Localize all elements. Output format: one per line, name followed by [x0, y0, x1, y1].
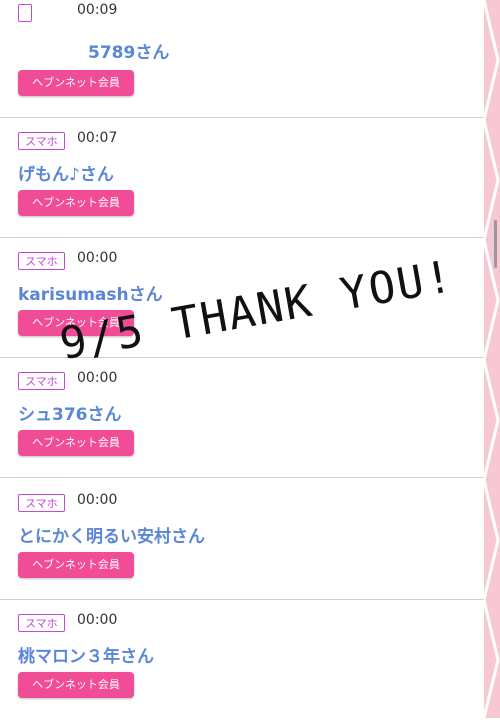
device-badge: スマホ	[18, 372, 65, 390]
visitor-name[interactable]: 桃マロン３年さん	[18, 642, 154, 667]
device-badge: スマホ	[18, 252, 65, 270]
scrollbar-thumb[interactable]	[494, 220, 497, 268]
visit-time: 00:00	[77, 492, 118, 508]
visit-time: 00:00	[77, 250, 118, 266]
member-button[interactable]: ヘブンネット会員	[18, 430, 134, 456]
member-button[interactable]: ヘブンネット会員	[18, 672, 134, 698]
visit-time: 00:07	[77, 130, 118, 146]
visitor-name[interactable]: 5789さん	[88, 38, 169, 63]
list-item[interactable]: スマホ 00:00 とにかく明るい安村さん ヘブンネット会員	[0, 480, 484, 600]
device-badge: スマホ	[18, 132, 65, 150]
list-item[interactable]: スマホ 00:00 シュ376さん ヘブンネット会員	[0, 358, 484, 478]
visitor-name[interactable]: karisumashさん	[18, 280, 163, 305]
list-item[interactable]: スマホ 00:07 げもん♪さん ヘブンネット会員	[0, 118, 484, 238]
list-item[interactable]: 00:09 5789さん ヘブンネット会員	[0, 0, 484, 118]
list-item[interactable]: スマホ 00:00 桃マロン３年さん ヘブンネット会員	[0, 600, 484, 720]
zigzag-pattern-icon	[484, 0, 500, 718]
visitor-name[interactable]: とにかく明るい安村さん	[18, 522, 205, 547]
device-badge	[18, 4, 32, 22]
member-button[interactable]: ヘブンネット会員	[18, 552, 134, 578]
visit-time: 00:00	[77, 370, 118, 386]
visitor-name[interactable]: シュ376さん	[18, 400, 122, 425]
device-badge: スマホ	[18, 494, 65, 512]
decorative-side-border	[484, 0, 500, 718]
device-badge: スマホ	[18, 614, 65, 632]
member-button[interactable]: ヘブンネット会員	[18, 190, 134, 216]
visitor-name[interactable]: げもん♪さん	[18, 160, 114, 185]
member-button[interactable]: ヘブンネット会員	[18, 70, 134, 96]
visit-time: 00:09	[77, 2, 118, 18]
visit-time: 00:00	[77, 612, 118, 628]
